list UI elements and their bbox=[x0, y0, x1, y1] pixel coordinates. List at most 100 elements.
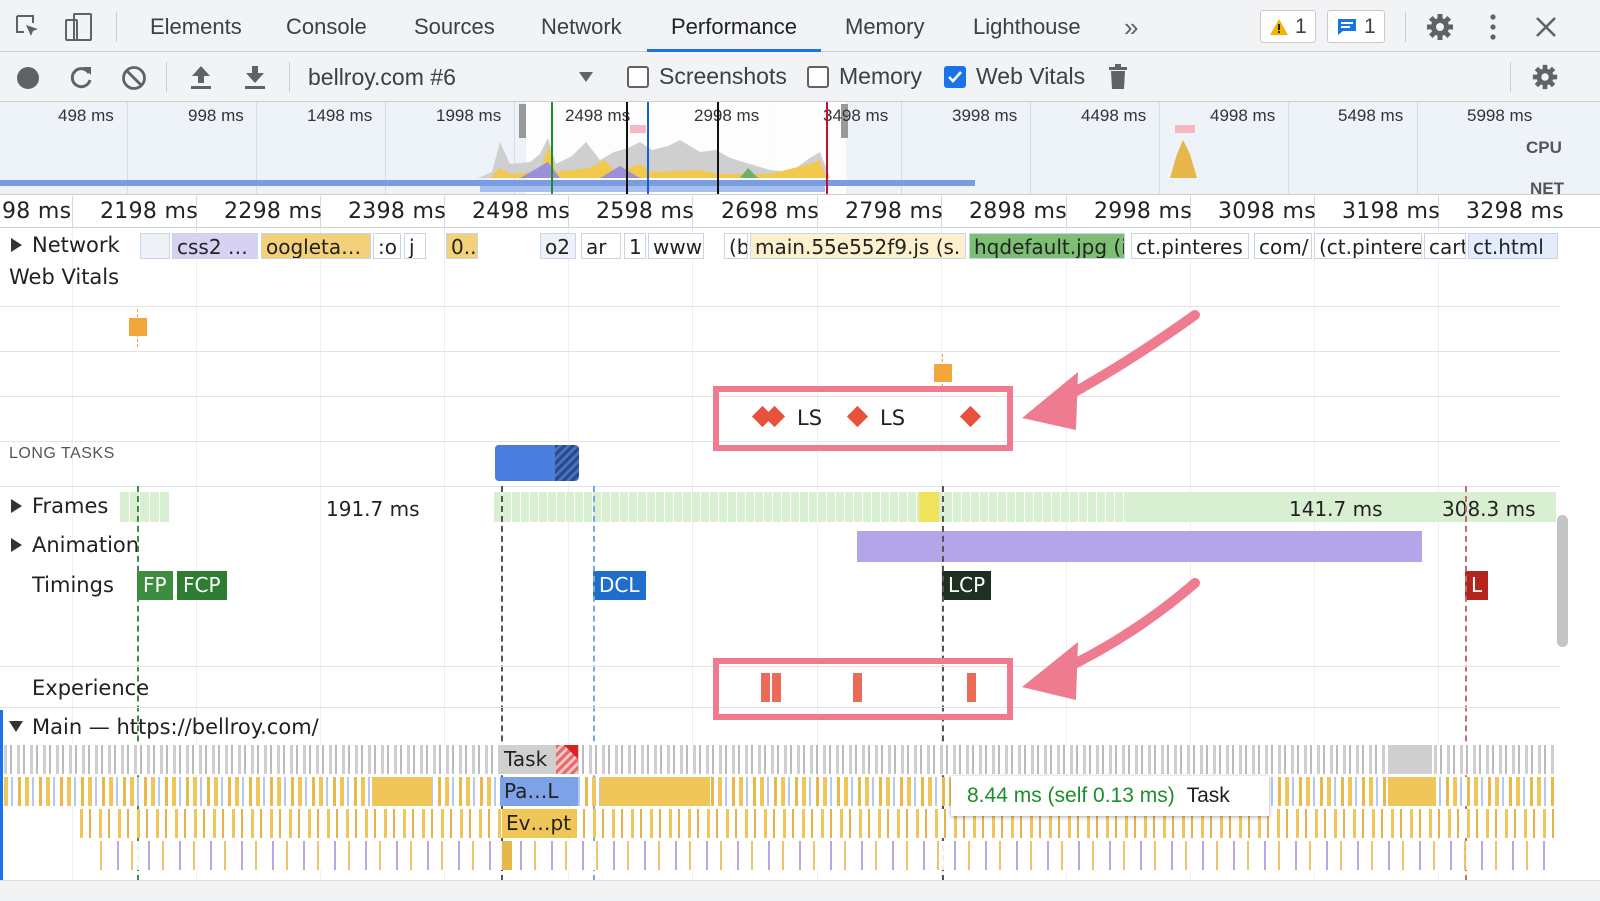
evaluate-script-block[interactable]: Ev…pt bbox=[502, 809, 574, 838]
memory-checkbox[interactable] bbox=[807, 66, 829, 88]
ruler-label: 3198 ms bbox=[1342, 199, 1440, 224]
settings-gear-icon[interactable] bbox=[1424, 11, 1456, 43]
warning-count: 1 bbox=[1295, 14, 1307, 38]
expand-animation-icon[interactable] bbox=[11, 538, 22, 552]
timing-dcl[interactable]: DCL bbox=[593, 571, 646, 600]
flame-block[interactable] bbox=[502, 841, 512, 870]
network-request-bar[interactable]: cart bbox=[1424, 233, 1466, 259]
capture-settings-gear-icon[interactable] bbox=[1530, 62, 1560, 92]
screenshots-label: Screenshots bbox=[659, 63, 787, 89]
network-request-bar[interactable]: 0.. bbox=[446, 233, 478, 259]
upload-icon[interactable] bbox=[186, 62, 216, 92]
tab-performance[interactable]: Performance bbox=[647, 0, 821, 52]
experience-highlight-box bbox=[713, 658, 1013, 720]
bottom-bar bbox=[0, 880, 1600, 901]
flame-block[interactable] bbox=[1388, 777, 1432, 806]
animation-track-label[interactable]: Animation bbox=[32, 533, 139, 557]
ruler-label: 2698 ms bbox=[721, 199, 819, 224]
ruler-label: 2598 ms bbox=[596, 199, 694, 224]
frame-duration: 308.3 ms bbox=[1442, 497, 1536, 521]
messages-badge[interactable]: 1 bbox=[1327, 10, 1385, 43]
network-request-bar[interactable]: j bbox=[404, 233, 426, 259]
timing-l[interactable]: L bbox=[1465, 571, 1489, 600]
flame-block[interactable] bbox=[1388, 745, 1432, 774]
vertical-scrollbar[interactable] bbox=[1557, 515, 1568, 647]
ruler-label: 2298 ms bbox=[224, 199, 322, 224]
network-request-bar[interactable]: ct.html bbox=[1468, 233, 1558, 259]
clear-icon[interactable] bbox=[119, 63, 149, 93]
main-thread-track-label[interactable]: Main — https://bellroy.com/ bbox=[32, 715, 319, 739]
toolbar-divider bbox=[166, 62, 167, 92]
frame-duration: 141.7 ms bbox=[1289, 497, 1383, 521]
frames-track-label[interactable]: Frames bbox=[32, 494, 108, 518]
web-vitals-track-label: Web Vitals bbox=[9, 265, 120, 289]
fcp-vital-marker[interactable] bbox=[129, 318, 147, 336]
tab-memory[interactable]: Memory bbox=[841, 0, 928, 52]
more-tabs-icon[interactable]: » bbox=[1120, 0, 1142, 52]
network-request-bar[interactable]: oogleta… bbox=[261, 233, 371, 259]
network-request-bar[interactable]: ct.pinteres bbox=[1131, 233, 1249, 259]
profile-select[interactable]: bellroy.com #6 bbox=[308, 62, 598, 92]
tab-sources[interactable]: Sources bbox=[410, 0, 499, 52]
expand-network-icon[interactable] bbox=[11, 238, 22, 252]
device-toolbar-icon[interactable] bbox=[62, 11, 96, 43]
network-request-bar[interactable]: com/ bbox=[1254, 233, 1312, 259]
parse-html-label: Pa…L bbox=[504, 779, 559, 803]
collapse-main-icon[interactable] bbox=[9, 721, 23, 732]
lcp-vital-marker[interactable] bbox=[934, 364, 952, 382]
web-vitals-checkbox[interactable] bbox=[944, 66, 966, 88]
tab-network[interactable]: Network bbox=[537, 0, 626, 52]
ruler-label: 98 ms bbox=[2, 199, 72, 224]
parse-html-block[interactable]: Pa…L bbox=[500, 777, 578, 806]
marker-line bbox=[626, 102, 628, 194]
network-request-bar[interactable]: :o bbox=[373, 233, 401, 259]
tab-lighthouse[interactable]: Lighthouse bbox=[969, 0, 1085, 52]
network-request-bar[interactable]: hqdefault.jpg (i bbox=[969, 233, 1125, 259]
warnings-badge[interactable]: 1 bbox=[1260, 10, 1316, 43]
ruler-label: 3298 ms bbox=[1466, 199, 1564, 224]
timing-fcp[interactable]: FCP bbox=[177, 571, 227, 600]
tab-elements[interactable]: Elements bbox=[146, 0, 246, 52]
ruler-label: 2198 ms bbox=[100, 199, 198, 224]
dcl-marker-line bbox=[593, 486, 595, 901]
flame-block[interactable] bbox=[600, 777, 710, 806]
ruler-label: 2798 ms bbox=[845, 199, 943, 224]
more-options-icon[interactable] bbox=[1480, 11, 1506, 43]
timeline-overview[interactable]: 498 ms 998 ms 1498 ms 1998 ms 2498 ms 29… bbox=[0, 102, 1600, 195]
screenshots-checkbox[interactable] bbox=[627, 66, 649, 88]
timing-fp[interactable]: FP bbox=[137, 571, 173, 600]
network-request-bar[interactable]: ar bbox=[581, 233, 621, 259]
network-request-bar[interactable]: css2 … bbox=[172, 233, 258, 259]
download-icon[interactable] bbox=[240, 62, 270, 92]
network-request-bar[interactable]: main.55e552f9.js (s. bbox=[750, 233, 966, 259]
network-request-bar[interactable]: (ct.pintere bbox=[1314, 233, 1422, 259]
garbage-collect-icon[interactable] bbox=[1105, 62, 1131, 92]
network-request-bar[interactable] bbox=[140, 233, 170, 259]
network-request-bar[interactable]: (b bbox=[724, 233, 748, 259]
timing-lcp[interactable]: LCP bbox=[942, 571, 992, 600]
timings-track-label: Timings bbox=[32, 573, 114, 597]
inspect-element-icon[interactable] bbox=[12, 11, 44, 43]
flame-row-calls bbox=[100, 841, 1556, 870]
close-icon[interactable] bbox=[1530, 11, 1562, 43]
record-icon[interactable] bbox=[14, 64, 42, 92]
tooltip-event-name: Task bbox=[1186, 784, 1230, 807]
task-label: Task bbox=[504, 747, 548, 771]
expand-frames-icon[interactable] bbox=[11, 499, 22, 513]
network-request-bar[interactable]: 1 bbox=[624, 233, 646, 259]
profile-select-value: bellroy.com #6 bbox=[308, 64, 456, 90]
toolbar-divider bbox=[116, 12, 117, 42]
tab-console[interactable]: Console bbox=[282, 0, 371, 52]
hover-tooltip: 8.44 ms (self 0.13 ms) Task bbox=[951, 776, 1269, 816]
partial-frame-bar[interactable] bbox=[919, 492, 939, 522]
reload-record-icon[interactable] bbox=[66, 63, 96, 93]
marker-line bbox=[717, 102, 719, 194]
ruler-label: 3098 ms bbox=[1218, 199, 1316, 224]
network-request-bar[interactable]: o2 bbox=[540, 233, 576, 259]
network-track-label[interactable]: Network bbox=[32, 233, 120, 257]
network-request-bar[interactable]: www bbox=[648, 233, 704, 259]
long-task-bar[interactable] bbox=[495, 445, 579, 481]
frame-bar[interactable] bbox=[120, 492, 170, 522]
flame-block[interactable] bbox=[372, 777, 432, 806]
layout-shift-highlight-box bbox=[713, 386, 1013, 451]
